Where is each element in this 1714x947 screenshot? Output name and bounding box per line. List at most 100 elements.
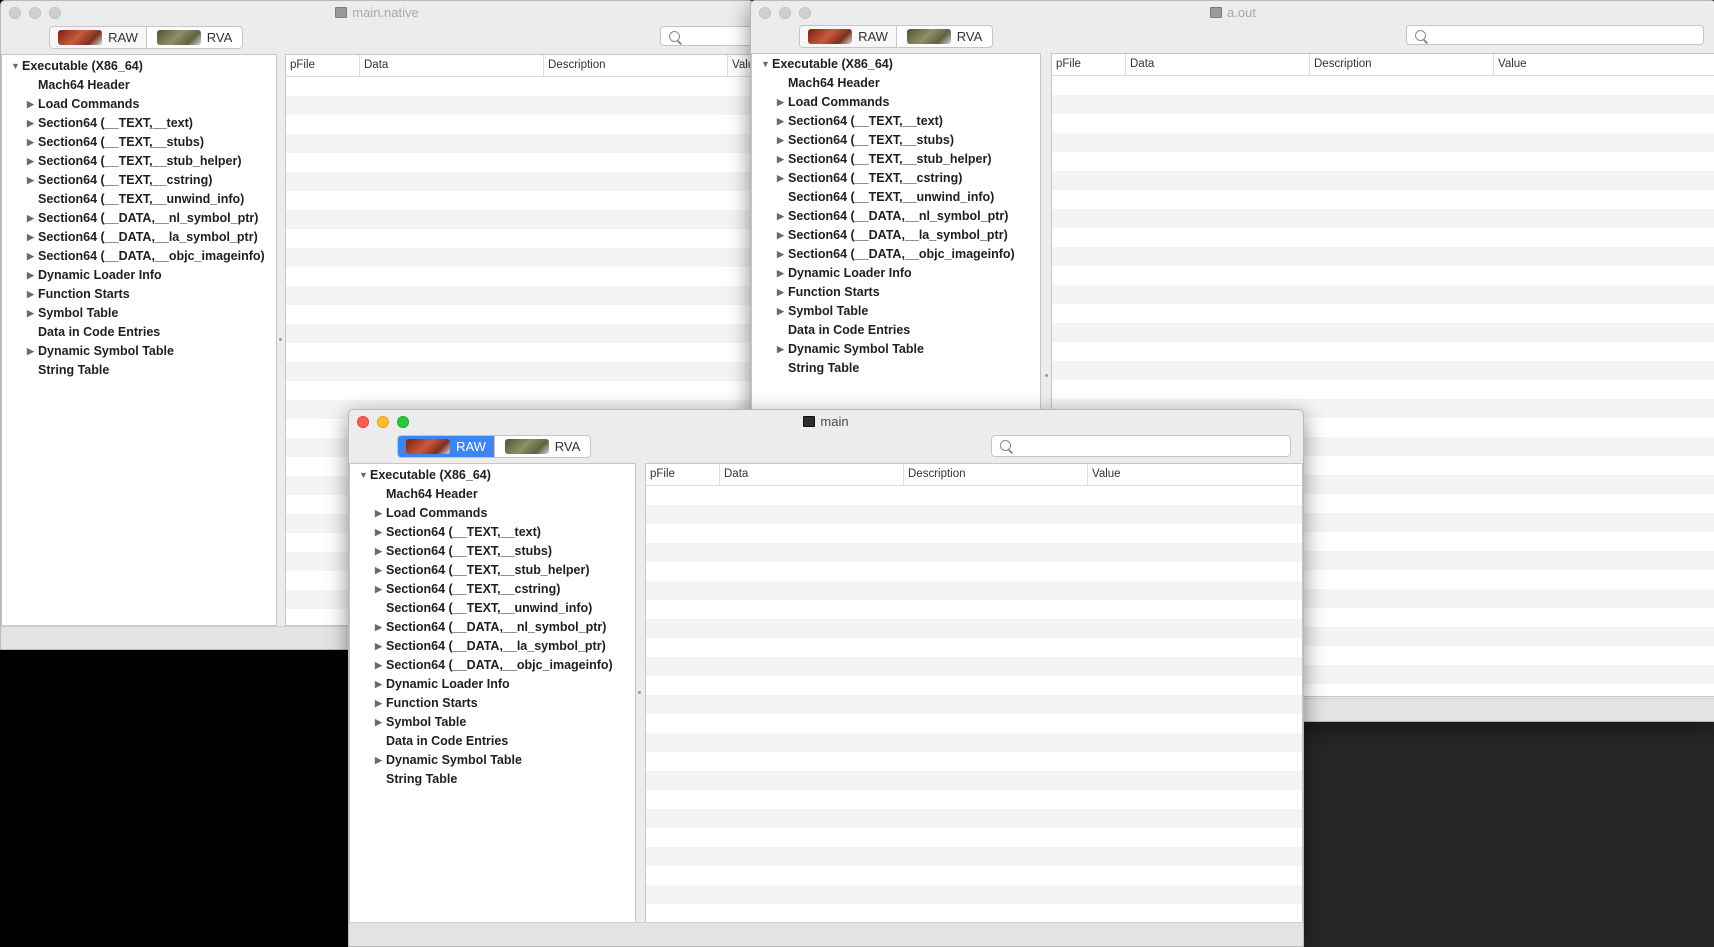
tree-item[interactable]: Section64 (__TEXT,__unwind_info): [752, 188, 1040, 207]
disclosure-triangle-collapsed-icon[interactable]: ▶: [375, 542, 382, 561]
tree-item[interactable]: ▶ Load Commands: [752, 93, 1040, 112]
rva-mode-button[interactable]: RVA: [896, 26, 992, 47]
column-header-value[interactable]: Value: [1088, 464, 1302, 485]
tree-item[interactable]: Mach64 Header: [752, 74, 1040, 93]
column-header-pfile[interactable]: pFile: [1052, 54, 1126, 75]
disclosure-triangle-collapsed-icon[interactable]: ▶: [27, 171, 34, 190]
disclosure-triangle-collapsed-icon[interactable]: ▶: [777, 283, 784, 302]
tree-item[interactable]: ▶ Section64 (__DATA,__la_symbol_ptr): [752, 226, 1040, 245]
disclosure-triangle-expanded-icon[interactable]: ▼: [761, 55, 770, 74]
disclosure-triangle-collapsed-icon[interactable]: ▶: [27, 95, 34, 114]
tree-item[interactable]: ▶ Section64 (__TEXT,__stub_helper): [752, 150, 1040, 169]
tree-item[interactable]: ▶ Dynamic Loader Info: [350, 675, 635, 694]
disclosure-triangle-collapsed-icon[interactable]: ▶: [375, 713, 382, 732]
disclosure-triangle-collapsed-icon[interactable]: ▶: [27, 133, 34, 152]
tree-item[interactable]: ▶ Function Starts: [2, 285, 276, 304]
tree-item[interactable]: ▶ Section64 (__TEXT,__cstring): [350, 580, 635, 599]
tree-item[interactable]: Section64 (__TEXT,__unwind_info): [350, 599, 635, 618]
tree-root-item[interactable]: ▼ Executable (X86_64): [350, 466, 635, 485]
rva-mode-button[interactable]: RVA: [146, 27, 242, 48]
column-header-description[interactable]: Description: [904, 464, 1088, 485]
tree-item[interactable]: ▶ Section64 (__TEXT,__stub_helper): [350, 561, 635, 580]
disclosure-triangle-collapsed-icon[interactable]: ▶: [375, 523, 382, 542]
disclosure-triangle-collapsed-icon[interactable]: ▶: [777, 264, 784, 283]
split-view-divider[interactable]: [1045, 374, 1048, 377]
disclosure-triangle-collapsed-icon[interactable]: ▶: [375, 751, 382, 770]
tree-item[interactable]: ▶ Section64 (__TEXT,__stub_helper): [2, 152, 276, 171]
disclosure-triangle-collapsed-icon[interactable]: ▶: [777, 245, 784, 264]
tree-item[interactable]: ▶ Function Starts: [350, 694, 635, 713]
disclosure-triangle-collapsed-icon[interactable]: ▶: [375, 504, 382, 523]
tree-item[interactable]: ▶ Section64 (__DATA,__nl_symbol_ptr): [2, 209, 276, 228]
disclosure-triangle-collapsed-icon[interactable]: ▶: [777, 207, 784, 226]
tree-item[interactable]: ▶ Load Commands: [2, 95, 276, 114]
disclosure-triangle-collapsed-icon[interactable]: ▶: [27, 285, 34, 304]
raw-mode-button[interactable]: RAW: [50, 27, 146, 48]
disclosure-triangle-collapsed-icon[interactable]: ▶: [777, 226, 784, 245]
column-header-data[interactable]: Data: [360, 55, 544, 76]
disclosure-triangle-collapsed-icon[interactable]: ▶: [27, 228, 34, 247]
disclosure-triangle-expanded-icon[interactable]: ▼: [11, 57, 20, 76]
tree-item[interactable]: ▶ Section64 (__TEXT,__text): [2, 114, 276, 133]
tree-item[interactable]: ▶ Section64 (__TEXT,__stubs): [350, 542, 635, 561]
tree-item[interactable]: Data in Code Entries: [752, 321, 1040, 340]
tree-item[interactable]: ▶ Dynamic Symbol Table: [350, 751, 635, 770]
disclosure-triangle-collapsed-icon[interactable]: ▶: [777, 131, 784, 150]
tree-item[interactable]: ▶ Symbol Table: [752, 302, 1040, 321]
column-header-data[interactable]: Data: [720, 464, 904, 485]
tree-item[interactable]: Mach64 Header: [2, 76, 276, 95]
detail-table[interactable]: pFile Data Description Value: [645, 463, 1303, 923]
disclosure-triangle-collapsed-icon[interactable]: ▶: [27, 266, 34, 285]
disclosure-triangle-collapsed-icon[interactable]: ▶: [777, 93, 784, 112]
raw-mode-button[interactable]: RAW: [398, 436, 494, 457]
tree-item[interactable]: ▶ Section64 (__TEXT,__stubs): [752, 131, 1040, 150]
tree-item[interactable]: ▶ Section64 (__DATA,__objc_imageinfo): [2, 247, 276, 266]
search-input[interactable]: [1016, 438, 1284, 452]
tree-item[interactable]: ▶ Dynamic Symbol Table: [752, 340, 1040, 359]
tree-item[interactable]: ▶ Section64 (__DATA,__objc_imageinfo): [350, 656, 635, 675]
tree-item[interactable]: ▶ Section64 (__TEXT,__text): [350, 523, 635, 542]
tree-item[interactable]: ▶ Section64 (__DATA,__objc_imageinfo): [752, 245, 1040, 264]
disclosure-triangle-collapsed-icon[interactable]: ▶: [375, 694, 382, 713]
tree-item[interactable]: String Table: [2, 361, 276, 380]
column-header-description[interactable]: Description: [544, 55, 728, 76]
tree-root-item[interactable]: ▼ Executable (X86_64): [752, 55, 1040, 74]
search-input[interactable]: [1431, 28, 1697, 42]
titlebar[interactable]: a.out: [751, 1, 1714, 25]
disclosure-triangle-collapsed-icon[interactable]: ▶: [375, 561, 382, 580]
disclosure-triangle-collapsed-icon[interactable]: ▶: [27, 152, 34, 171]
disclosure-triangle-collapsed-icon[interactable]: ▶: [375, 618, 382, 637]
tree-item[interactable]: ▶ Section64 (__TEXT,__text): [752, 112, 1040, 131]
tree-item[interactable]: String Table: [752, 359, 1040, 378]
tree-item[interactable]: ▶ Section64 (__DATA,__nl_symbol_ptr): [752, 207, 1040, 226]
disclosure-triangle-collapsed-icon[interactable]: ▶: [27, 304, 34, 323]
tree-item[interactable]: ▶ Section64 (__TEXT,__cstring): [752, 169, 1040, 188]
tree-item[interactable]: ▶ Dynamic Loader Info: [752, 264, 1040, 283]
structure-tree[interactable]: ▼ Executable (X86_64) Mach64 Header ▶ Load C…: [751, 53, 1041, 413]
tree-item[interactable]: ▶ Dynamic Symbol Table: [2, 342, 276, 361]
disclosure-triangle-collapsed-icon[interactable]: ▶: [777, 150, 784, 169]
disclosure-triangle-collapsed-icon[interactable]: ▶: [375, 637, 382, 656]
titlebar[interactable]: main: [349, 410, 1303, 434]
tree-item[interactable]: Mach64 Header: [350, 485, 635, 504]
tree-item[interactable]: Data in Code Entries: [2, 323, 276, 342]
disclosure-triangle-expanded-icon[interactable]: ▼: [359, 466, 368, 485]
structure-tree[interactable]: ▼ Executable (X86_64) Mach64 Header ▶ Load C…: [1, 54, 277, 626]
tree-item[interactable]: ▶ Symbol Table: [2, 304, 276, 323]
tree-item[interactable]: ▶ Function Starts: [752, 283, 1040, 302]
tree-item[interactable]: ▶ Section64 (__TEXT,__stubs): [2, 133, 276, 152]
titlebar[interactable]: main.native: [1, 1, 753, 25]
tree-item[interactable]: ▶ Dynamic Loader Info: [2, 266, 276, 285]
split-view-divider[interactable]: [279, 338, 282, 341]
rva-mode-button[interactable]: RVA: [494, 436, 590, 457]
structure-tree[interactable]: ▼ Executable (X86_64) Mach64 Header ▶ Load C…: [349, 463, 636, 923]
disclosure-triangle-collapsed-icon[interactable]: ▶: [27, 209, 34, 228]
tree-root-item[interactable]: ▼ Executable (X86_64): [2, 57, 276, 76]
column-header-pfile[interactable]: pFile: [286, 55, 360, 76]
tree-item[interactable]: Data in Code Entries: [350, 732, 635, 751]
raw-mode-button[interactable]: RAW: [800, 26, 896, 47]
search-input[interactable]: [685, 29, 753, 43]
disclosure-triangle-collapsed-icon[interactable]: ▶: [375, 580, 382, 599]
tree-item[interactable]: ▶ Load Commands: [350, 504, 635, 523]
disclosure-triangle-collapsed-icon[interactable]: ▶: [777, 340, 784, 359]
